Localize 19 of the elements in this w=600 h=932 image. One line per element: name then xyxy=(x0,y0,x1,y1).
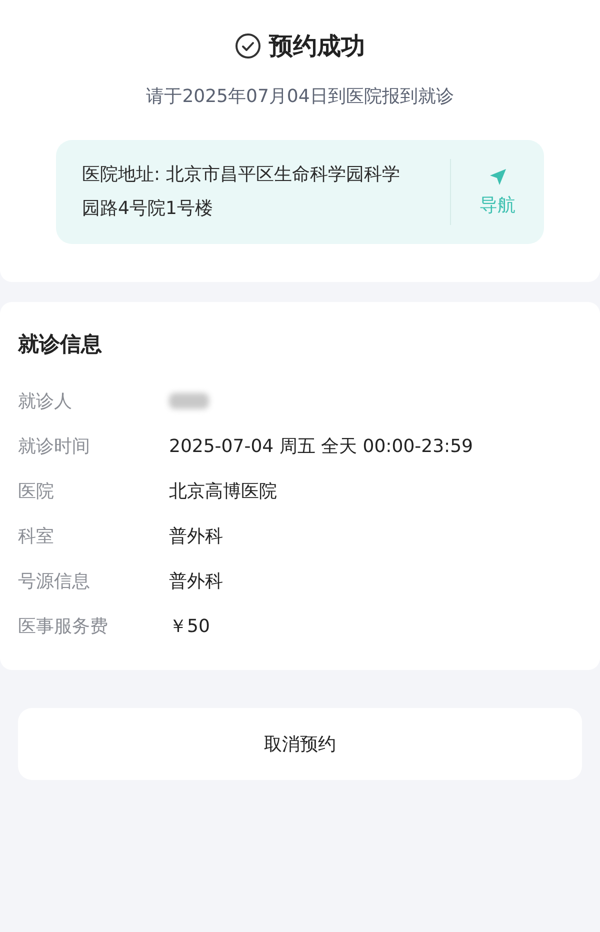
field-value: 普外科 xyxy=(169,570,223,592)
field-label: 号源信息 xyxy=(18,570,91,592)
blurred-name xyxy=(169,392,209,408)
field-label: 就诊时间 xyxy=(18,434,91,458)
field-label: 医院 xyxy=(18,480,55,502)
check-circle-icon xyxy=(235,33,261,59)
field-value: ￥50 xyxy=(169,614,210,638)
field-label: 就诊人 xyxy=(18,390,73,412)
field-value: 普外科 xyxy=(169,524,223,548)
send-arrow-icon xyxy=(488,167,508,187)
section-title: 就诊信息 xyxy=(18,331,103,358)
field-value: 北京高博医院 xyxy=(169,480,277,502)
field-label: 科室 xyxy=(18,524,55,548)
checkin-notice: 请于2025年07月04日到医院报到就诊 xyxy=(146,85,454,108)
field-value: 2025-07-04 周五 全天 00:00-23:59 xyxy=(169,434,474,458)
field-label: 医事服务费 xyxy=(18,614,109,638)
page-title: 预约成功 xyxy=(269,31,365,62)
hospital-address: 医院地址: 北京市昌平区生命科学园科学园路4号院1号楼 xyxy=(82,163,401,221)
cancel-button[interactable]: 取消预约 xyxy=(18,708,582,780)
